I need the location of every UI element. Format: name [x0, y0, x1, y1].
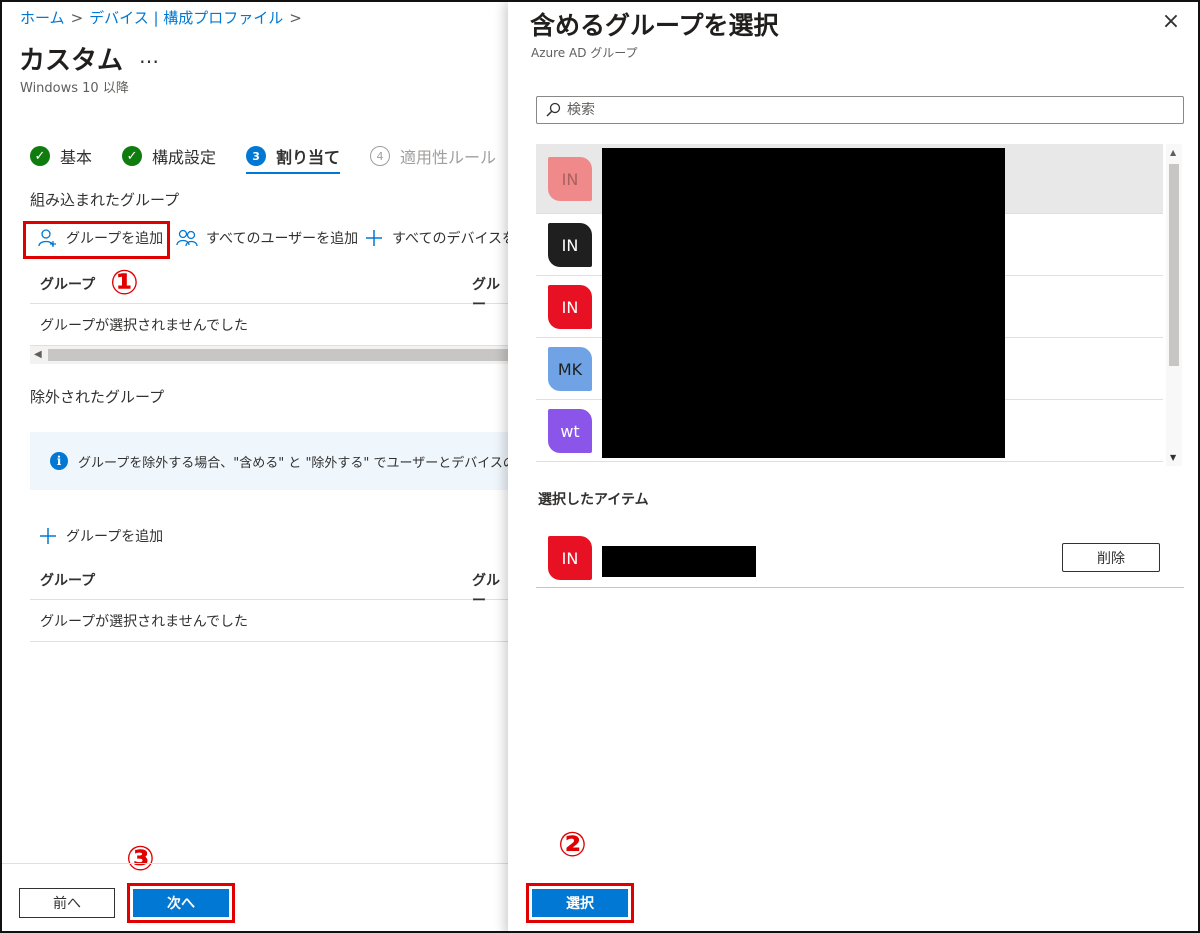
- avatar: IN: [548, 536, 592, 580]
- selected-items-label: 選択したアイテム: [538, 492, 649, 508]
- panel-subtitle: Azure AD グループ: [531, 46, 638, 60]
- previous-button[interactable]: 前へ: [19, 888, 115, 918]
- close-icon[interactable]: ×: [1159, 10, 1183, 34]
- scrollbar-thumb[interactable]: [48, 349, 508, 361]
- scrollbar-thumb[interactable]: [1169, 164, 1179, 366]
- scroll-down-icon[interactable]: ▼: [1170, 453, 1176, 462]
- step-assignments[interactable]: 3 割り当て: [246, 140, 341, 174]
- empty-message: グループが選択されませんでした: [40, 318, 249, 334]
- plus-icon: [40, 528, 56, 544]
- annotation-box-2: [526, 883, 634, 923]
- avatar: wt: [548, 409, 592, 453]
- annotation-number-3: ③: [126, 839, 155, 879]
- horizontal-scrollbar[interactable]: ◀: [30, 346, 508, 364]
- add-all-devices-button[interactable]: すべてのデバイスを追: [364, 228, 530, 248]
- annotation-box-1: [23, 221, 170, 259]
- step-label: 基本: [60, 148, 93, 167]
- plus-icon: [366, 230, 382, 246]
- step-applicability-rules[interactable]: 4 適用性ルール: [370, 140, 496, 172]
- more-options-button[interactable]: …: [139, 44, 160, 68]
- excluded-groups-label: 除外されたグループ: [30, 388, 165, 406]
- step-configuration[interactable]: ✓ 構成設定: [122, 140, 216, 172]
- avatar: MK: [548, 347, 592, 391]
- page-subtitle: Windows 10 以降: [20, 81, 129, 96]
- step-number-badge: 3: [246, 146, 267, 166]
- page-title: カスタム: [19, 46, 124, 76]
- breadcrumb-home[interactable]: ホーム: [20, 9, 65, 27]
- check-icon: ✓: [122, 146, 143, 166]
- footer-divider: [2, 863, 508, 864]
- add-all-users-button[interactable]: すべてのユーザーを追加: [176, 228, 358, 248]
- vertical-scrollbar[interactable]: ▲ ▼: [1166, 144, 1182, 466]
- breadcrumb-separator: >: [289, 9, 302, 27]
- search-box[interactable]: [536, 96, 1184, 124]
- excluded-table-header: グループ グルー: [30, 560, 508, 609]
- avatar: IN: [548, 285, 592, 329]
- check-icon: ✓: [30, 146, 50, 166]
- avatar: IN: [548, 157, 592, 201]
- step-number-badge: 4: [370, 146, 391, 166]
- assignment-page: ホーム > デバイス | 構成プロファイル > カスタム … Windows 10 以…: [2, 2, 530, 931]
- step-basics[interactable]: ✓ 基本: [30, 140, 92, 172]
- included-groups-label: 組み込まれたグループ: [30, 191, 180, 209]
- step-label: 適用性ルール: [400, 148, 497, 167]
- exclude-add-group-button[interactable]: グループを追加: [38, 526, 163, 546]
- column-group: グループ: [40, 277, 96, 293]
- avatar: IN: [548, 223, 592, 267]
- info-message: グループを除外する場合、"含める" と "除外する" でユーザーとデバイスのグル…: [78, 455, 508, 471]
- info-icon: i: [50, 452, 68, 470]
- column-group: グループ: [40, 573, 96, 589]
- breadcrumb-separator: >: [70, 9, 84, 27]
- search-icon: [546, 102, 561, 117]
- users-icon: [176, 229, 198, 247]
- included-table-header: グループ グルー: [30, 264, 508, 313]
- search-input[interactable]: [567, 102, 1167, 118]
- step-label: 割り当て: [276, 148, 341, 167]
- select-groups-panel: 含めるグループを選択 Azure AD グループ × IN IN IN MK: [508, 2, 1198, 931]
- add-all-users-label: すべてのユーザーを追加: [206, 231, 359, 247]
- group-list: IN IN IN MK wt: [536, 144, 1164, 466]
- screenshot-frame: ホーム > デバイス | 構成プロファイル > カスタム … Windows 10 以…: [0, 0, 1200, 933]
- breadcrumb-device-profiles[interactable]: デバイス | 構成プロファイル: [89, 9, 283, 27]
- wizard-steps: ✓ 基本 ✓ 構成設定 3 割り当て 4 適用性ルール: [30, 140, 526, 174]
- empty-message: グループが選択されませんでした: [40, 614, 249, 630]
- annotation-number-2: ②: [558, 825, 587, 865]
- step-label: 構成設定: [152, 148, 217, 167]
- scroll-up-icon[interactable]: ▲: [1170, 148, 1176, 157]
- redacted-block: [602, 546, 756, 577]
- exclude-add-group-label: グループを追加: [66, 529, 164, 545]
- info-banner: i グループを除外する場合、"含める" と "除外する" でユーザーとデバイスの…: [30, 432, 508, 490]
- excluded-empty-row: グループが選択されませんでした: [30, 600, 508, 642]
- remove-button[interactable]: 削除: [1062, 543, 1160, 572]
- panel-title: 含めるグループを選択: [530, 11, 779, 40]
- included-empty-row: グループが選択されませんでした: [30, 304, 508, 346]
- breadcrumb: ホーム > デバイス | 構成プロファイル >: [20, 7, 308, 28]
- annotation-box-3: [127, 883, 235, 923]
- scroll-left-icon[interactable]: ◀: [34, 349, 42, 360]
- redacted-block: [602, 148, 1005, 458]
